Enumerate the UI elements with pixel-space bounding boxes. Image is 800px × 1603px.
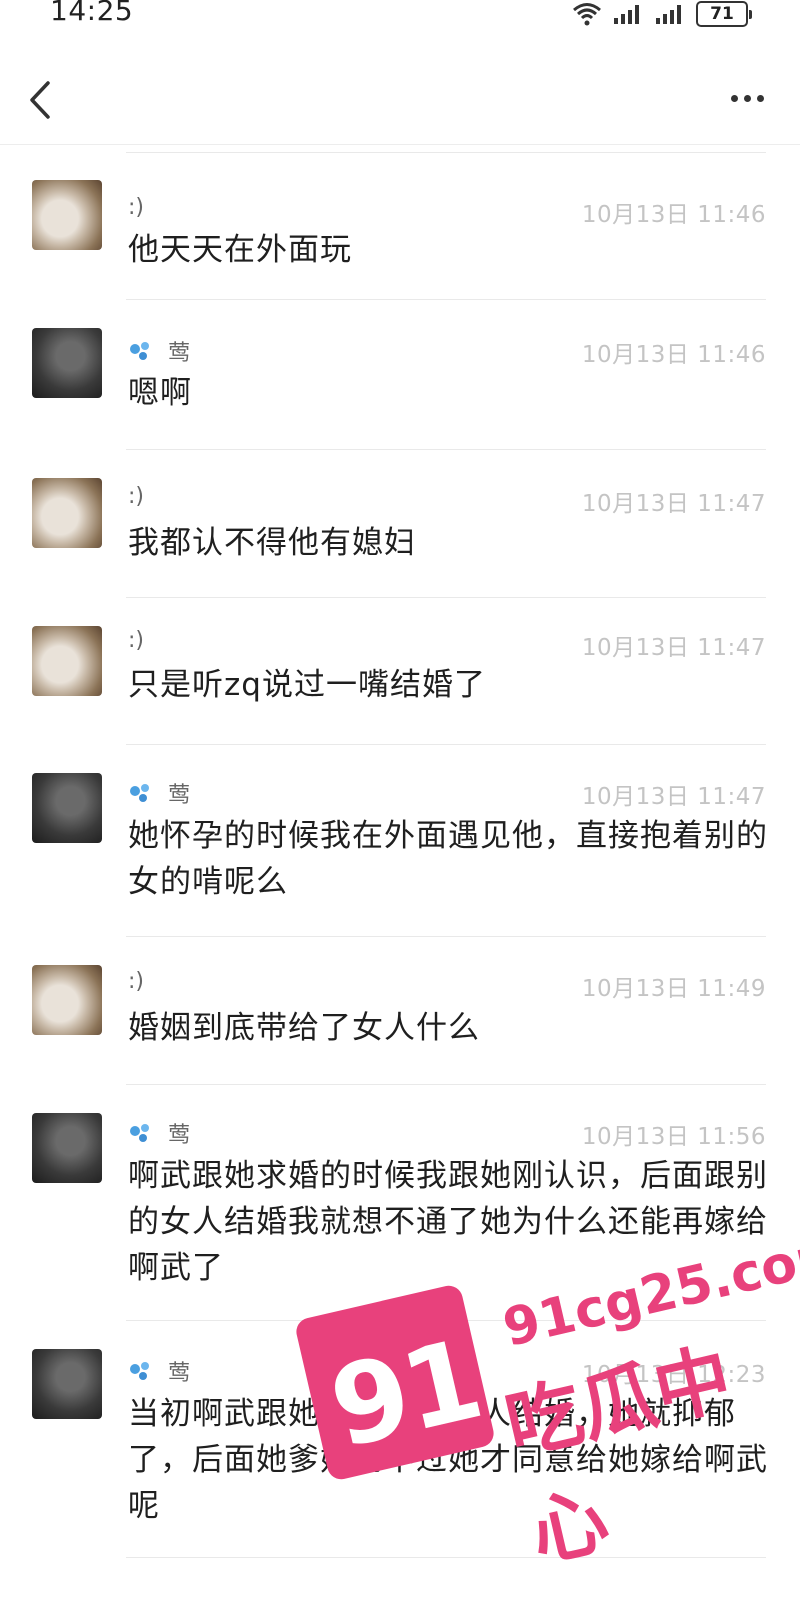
- message-item[interactable]: :) 10月13日 11:47 我都认不得他有媳妇: [0, 450, 800, 598]
- divider: [126, 152, 766, 153]
- sender-name: :): [128, 484, 144, 509]
- nav-bar: [0, 55, 800, 145]
- sender-name: :): [128, 969, 144, 994]
- message-time: 10月13日 11:47: [581, 635, 766, 661]
- message-time: 10月13日 11:47: [581, 784, 766, 810]
- sender-name: 莺: [128, 777, 190, 809]
- status-time: 14:25: [50, 0, 134, 27]
- message-text: 我都认不得他有媳妇: [128, 525, 416, 561]
- message-time: 10月13日 11:56: [581, 1124, 766, 1150]
- message-text: 婚姻到底带给了女人什么: [128, 1010, 480, 1046]
- battery-indicator: 71: [696, 1, 752, 27]
- message-time: 10月13日 11:49: [581, 976, 766, 1002]
- avatar[interactable]: [32, 965, 102, 1035]
- avatar[interactable]: [32, 1113, 102, 1183]
- message-item[interactable]: 莺 10月13日 11:56 啊武跟她求婚的时候我跟她刚认识，后面跟别的女人结婚…: [0, 1085, 800, 1321]
- message-time: 10月13日 11:46: [581, 342, 766, 368]
- message-time: 10月13日 11:46: [581, 202, 766, 228]
- status-icons: 71: [572, 0, 752, 28]
- message-time: 10月13日 11:47: [581, 491, 766, 517]
- avatar[interactable]: [32, 478, 102, 548]
- message-text: 她怀孕的时候我在外面遇见他，直接抱着别的女的啃呢么: [128, 818, 768, 900]
- avatar[interactable]: [32, 626, 102, 696]
- message-text: 嗯啊: [128, 375, 192, 411]
- back-button[interactable]: [20, 75, 60, 125]
- droplets-icon: [130, 784, 149, 802]
- wifi-icon: [573, 3, 601, 26]
- sender-name: :): [128, 195, 144, 220]
- message-item[interactable]: :) 10月13日 11:49 婚姻到底带给了女人什么: [0, 937, 800, 1085]
- avatar[interactable]: [32, 328, 102, 398]
- message-item[interactable]: 莺 10月13日 11:47 她怀孕的时候我在外面遇见他，直接抱着别的女的啃呢么: [0, 745, 800, 937]
- message-text: 当初啊武跟她求完婚跟别人结婚，她就抑郁了，后面她爹妈拗不过她才同意给她嫁给啊武呢: [128, 1396, 768, 1524]
- droplets-icon: [130, 1124, 149, 1142]
- message-item[interactable]: 莺 10月13日 11:46 嗯啊: [0, 300, 800, 450]
- droplets-icon: [130, 1362, 149, 1380]
- more-button[interactable]: [722, 83, 772, 113]
- sender-name: 莺: [128, 1355, 190, 1387]
- chevron-left-icon: [30, 81, 50, 119]
- message-item[interactable]: 莺 10月13日 12:23 当初啊武跟她求完婚跟别人结婚，她就抑郁了，后面她爹…: [0, 1321, 800, 1558]
- message-item[interactable]: :) 10月13日 11:46 他天天在外面玩: [0, 175, 800, 300]
- message-time: 10月13日 12:23: [581, 1362, 766, 1388]
- signal-icon-1: [614, 5, 639, 24]
- message-text: 只是听zq说过一嘴结婚了: [128, 667, 486, 703]
- divider: [126, 1557, 766, 1558]
- avatar[interactable]: [32, 773, 102, 843]
- droplets-icon: [130, 342, 149, 360]
- more-dots-icon: [730, 94, 738, 102]
- sender-name: 莺: [128, 1117, 190, 1149]
- avatar[interactable]: [32, 1349, 102, 1419]
- message-item[interactable]: :) 10月13日 11:47 只是听zq说过一嘴结婚了: [0, 598, 800, 745]
- status-bar: 14:25 71: [0, 0, 800, 40]
- signal-icon-2: [656, 5, 681, 24]
- avatar[interactable]: [32, 180, 102, 250]
- message-text: 啊武跟她求婚的时候我跟她刚认识，后面跟别的女人结婚我就想不通了她为什么还能再嫁给…: [128, 1158, 768, 1286]
- message-text: 他天天在外面玩: [128, 232, 352, 268]
- sender-name: 莺: [128, 335, 190, 367]
- sender-name: :): [128, 628, 144, 653]
